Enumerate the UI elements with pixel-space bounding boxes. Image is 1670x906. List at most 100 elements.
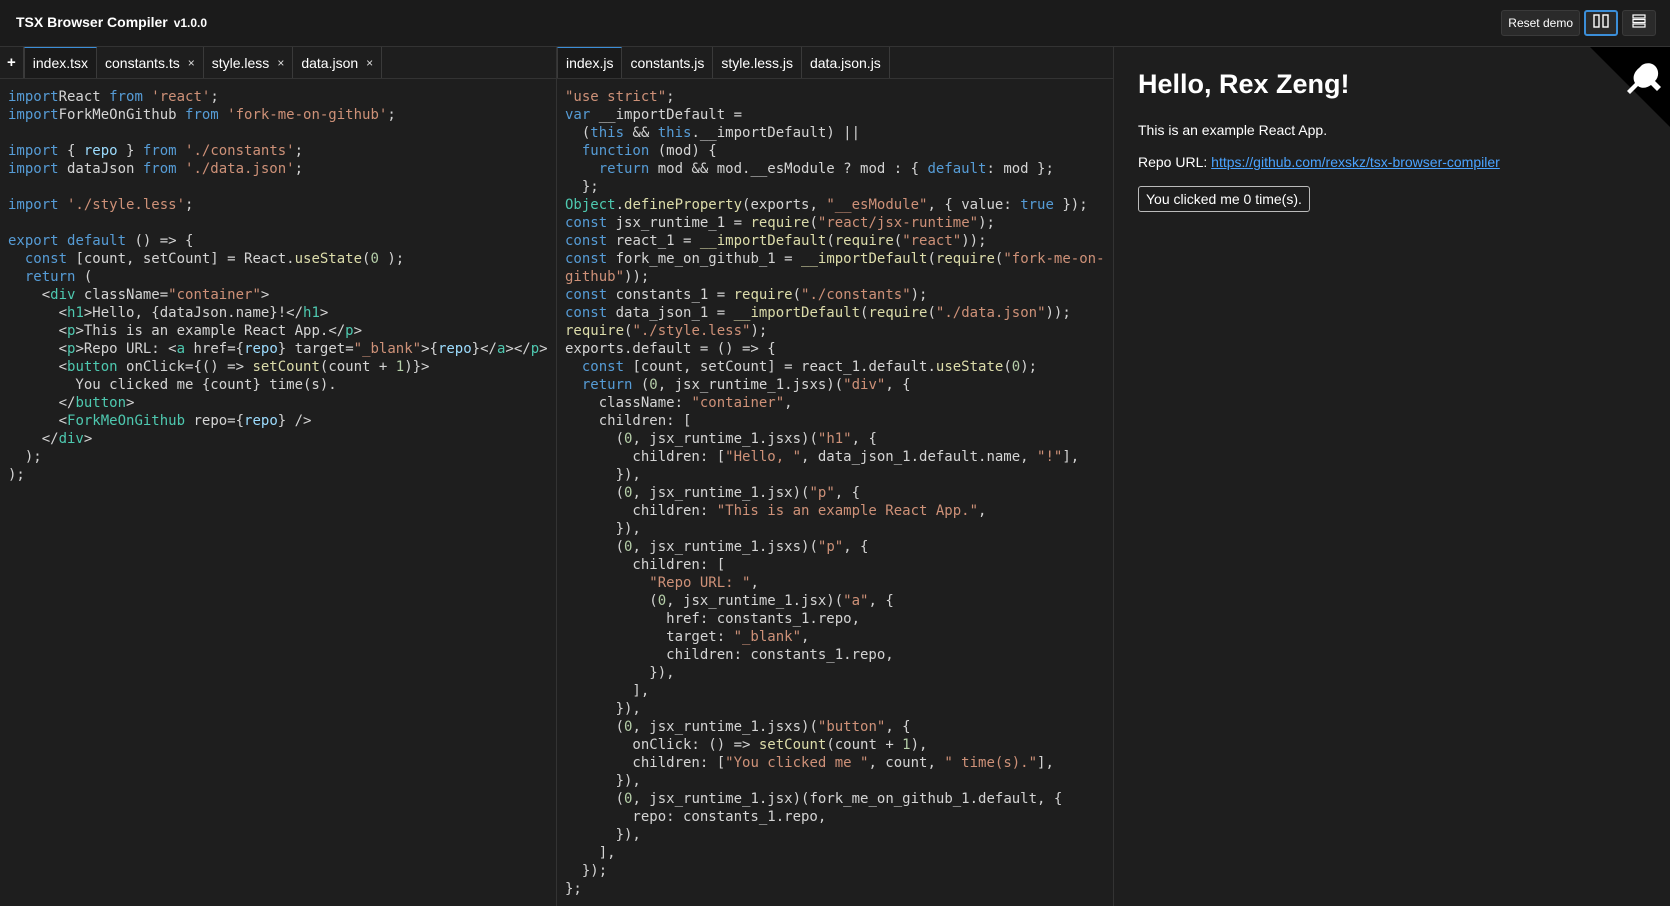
tab-data-json[interactable]: data.json ×	[293, 47, 383, 78]
code-line: <h1>Hello, {dataJson.name}!</h1>	[8, 305, 329, 321]
code-line: );	[8, 467, 25, 483]
repo-link[interactable]: https://github.com/rexskz/tsx-browser-co…	[1211, 154, 1500, 170]
code-line: };	[565, 881, 582, 897]
github-octocat-icon	[1590, 47, 1670, 127]
code-line: importForkMeOnGithub from 'fork-me-on-gi…	[8, 107, 396, 123]
code-line: You clicked me {count} time(s).	[8, 377, 337, 393]
code-line: function (mod) {	[581, 143, 717, 159]
close-icon[interactable]: ×	[366, 56, 373, 70]
tab-constants-js[interactable]: constants.js	[622, 47, 714, 78]
code-line: var __importDefault =	[565, 107, 743, 123]
tab-index-js[interactable]: index.js	[557, 47, 623, 78]
code-line: <div className="container">	[8, 287, 270, 303]
code-line: import { repo } from './constants';	[8, 143, 304, 159]
code-line: "Repo URL: ",	[649, 575, 759, 591]
code-line: children: [	[565, 413, 692, 429]
tab-style-less-js[interactable]: style.less.js	[713, 47, 802, 78]
code-line: repo: constants_1.repo,	[565, 809, 827, 825]
top-toolbar: Reset demo	[1501, 10, 1656, 36]
code-line: import dataJson from './data.json';	[8, 161, 304, 177]
tab-style-less[interactable]: style.less ×	[203, 47, 294, 78]
output-tab-bar: index.js constants.js style.less.js data…	[557, 47, 1113, 79]
tab-constants-ts[interactable]: constants.ts ×	[97, 47, 204, 78]
code-line: }),	[565, 521, 641, 537]
preview-pane: Hello, Rex Zeng! This is an example Reac…	[1114, 47, 1670, 906]
code-line: children: "This is an example React App.…	[565, 503, 987, 519]
fork-me-ribbon[interactable]	[1590, 47, 1670, 127]
layout-columns-button[interactable]	[1584, 10, 1618, 36]
code-line: Object.defineProperty(exports, "__esModu…	[565, 197, 1088, 213]
code-line: </div>	[8, 431, 93, 447]
code-line: (this && this.__importDefault) ||	[565, 125, 861, 141]
code-line: const react_1 = __importDefault(require(…	[565, 233, 987, 249]
code-line: (0, jsx_runtime_1.jsx)("a", {	[565, 593, 894, 609]
code-line: <p>Repo URL: <a href={repo} target="_bla…	[8, 341, 548, 357]
code-line: }),	[565, 701, 641, 717]
counter-button[interactable]: You clicked me 0 time(s).	[1138, 186, 1310, 212]
code-line: className: "container",	[565, 395, 793, 411]
tab-label: index.tsx	[32, 55, 89, 71]
code-line: }),	[565, 827, 641, 843]
columns-icon	[1593, 13, 1609, 33]
output-code-pane: index.js constants.js style.less.js data…	[557, 47, 1114, 906]
code-line: ],	[565, 845, 616, 861]
code-line: <p>This is an example React App.</p>	[8, 323, 363, 339]
reset-demo-button[interactable]: Reset demo	[1501, 10, 1580, 36]
code-line: target: "_blank",	[565, 629, 810, 645]
code-line: onClick: () => setCount(count + 1),	[565, 737, 928, 753]
code-line: (0, jsx_runtime_1.jsx)(fork_me_on_github…	[565, 791, 1063, 807]
code-line: const constants_1 = require("./constants…	[565, 287, 928, 303]
preview-container: Hello, Rex Zeng! This is an example Reac…	[1114, 47, 1670, 212]
code-line: (0, jsx_runtime_1.jsxs)("p", {	[565, 539, 869, 555]
code-line: importReact from 'react';	[8, 89, 219, 105]
code-line: require("./style.less");	[565, 323, 768, 339]
code-line: import './style.less';	[8, 197, 194, 213]
code-line: children: ["Hello, ", data_json_1.defaul…	[565, 449, 1080, 465]
repo-label: Repo URL:	[1138, 154, 1212, 170]
code-line: </button>	[8, 395, 135, 411]
code-line: export default () => {	[8, 233, 194, 249]
preview-repo-line: Repo URL: https://github.com/rexskz/tsx-…	[1138, 154, 1670, 170]
code-line: }),	[565, 665, 675, 681]
tab-data-json-js[interactable]: data.json.js	[801, 47, 890, 78]
add-file-button[interactable]: +	[0, 47, 24, 78]
code-line: (0, jsx_runtime_1.jsxs)("h1", {	[565, 431, 877, 447]
code-line: exports.default = () => {	[565, 341, 776, 357]
code-line: const data_json_1 = __importDefault(requ…	[565, 305, 1071, 321]
source-editor-pane: + index.tsx constants.ts × style.less × da…	[0, 47, 557, 906]
code-line: return mod && mod.__esModule ? mod : { d…	[598, 161, 1054, 177]
source-code-editor[interactable]: importReact from 'react'; importForkMeOnG…	[0, 79, 556, 484]
app-name: TSX Browser Compiler	[16, 14, 168, 30]
code-line: );	[8, 449, 42, 465]
tab-label: data.json	[301, 54, 359, 71]
code-line: }),	[565, 467, 641, 483]
code-line: github"));	[565, 269, 650, 285]
code-line: children: constants_1.repo,	[565, 647, 894, 663]
code-line: href: constants_1.repo,	[565, 611, 861, 627]
layout-rows-button[interactable]	[1622, 10, 1656, 36]
rows-icon	[1632, 13, 1646, 33]
code-line: const [count, setCount] = React.useState…	[24, 251, 405, 267]
code-line: const fork_me_on_github_1 = __importDefa…	[565, 251, 1105, 267]
tab-label: style.less	[211, 54, 270, 71]
code-line: });	[565, 863, 608, 879]
code-line: (0, jsx_runtime_1.jsx)("p", {	[565, 485, 861, 501]
code-line: ],	[565, 683, 650, 699]
code-line: return (0, jsx_runtime_1.jsxs)("div", {	[581, 377, 911, 393]
code-line: "use strict";	[565, 89, 675, 105]
close-icon[interactable]: ×	[277, 56, 284, 70]
code-line: }),	[565, 773, 641, 789]
close-icon[interactable]: ×	[188, 56, 195, 70]
tab-index-tsx[interactable]: index.tsx	[23, 47, 98, 78]
app-version: v1.0.0	[173, 16, 208, 30]
code-line: const jsx_runtime_1 = require("react/jsx…	[565, 215, 995, 231]
output-code-viewer: "use strict"; var __importDefault = (this…	[557, 79, 1113, 898]
app-title: TSX Browser Compiler v1.0.0	[16, 14, 207, 30]
code-line: };	[565, 179, 599, 195]
code-line: <button onClick={() => setCount(count + …	[8, 359, 430, 375]
code-line: children: ["You clicked me ", count, " t…	[565, 755, 1054, 771]
code-line: children: [	[565, 557, 726, 573]
